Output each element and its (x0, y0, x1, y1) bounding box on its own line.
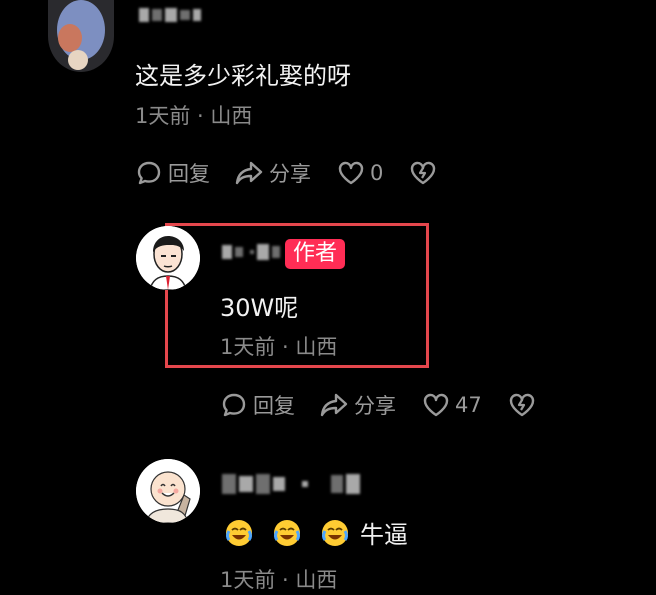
share-button[interactable]: 分享 (319, 390, 396, 420)
reply-button[interactable]: 回复 (220, 390, 295, 420)
speech-bubble-icon (220, 391, 248, 419)
like-count: 47 (455, 393, 482, 417)
author-badge: 作者 (285, 239, 346, 269)
share-button[interactable]: 分享 (234, 158, 311, 188)
reply-label: 回复 (168, 162, 210, 186)
broken-heart-icon (409, 160, 437, 186)
share-arrow-icon (319, 391, 349, 419)
dislike-button[interactable] (409, 160, 437, 186)
share-label: 分享 (269, 162, 311, 186)
username[interactable] (139, 8, 201, 22)
avatar[interactable] (136, 459, 200, 523)
comment-meta: 1天前 · 山西 (220, 335, 338, 359)
comment-body: 牛逼 (224, 515, 408, 550)
username[interactable] (222, 244, 280, 260)
crying-laughing-emoji-icon (224, 518, 254, 548)
comment-meta: 1天前 · 山西 (135, 104, 253, 128)
comment-text: 这是多少彩礼娶的呀 (135, 62, 351, 90)
crying-laughing-emoji-icon (320, 518, 350, 548)
share-label: 分享 (354, 394, 396, 418)
like-button[interactable]: 0 (337, 160, 383, 186)
broken-heart-icon (508, 392, 536, 418)
crying-laughing-emoji-icon (272, 518, 302, 548)
heart-icon (422, 392, 450, 418)
speech-bubble-icon (135, 159, 163, 187)
comment-actions: 回复 分享 47 (220, 390, 536, 420)
comment-meta: 1天前 · 山西 (220, 568, 338, 592)
heart-icon (337, 160, 365, 186)
comment-text: 30W呢 (220, 294, 299, 322)
avatar[interactable] (48, 0, 114, 72)
share-arrow-icon (234, 159, 264, 187)
avatar[interactable] (136, 226, 200, 290)
dislike-button[interactable] (508, 392, 536, 418)
like-count: 0 (370, 161, 384, 185)
comment-text: 牛逼 (360, 521, 408, 549)
reply-button[interactable]: 回复 (135, 158, 210, 188)
username[interactable] (222, 474, 360, 494)
comment-actions: 回复 分享 0 (135, 158, 437, 188)
like-button[interactable]: 47 (422, 392, 482, 418)
reply-label: 回复 (253, 394, 295, 418)
